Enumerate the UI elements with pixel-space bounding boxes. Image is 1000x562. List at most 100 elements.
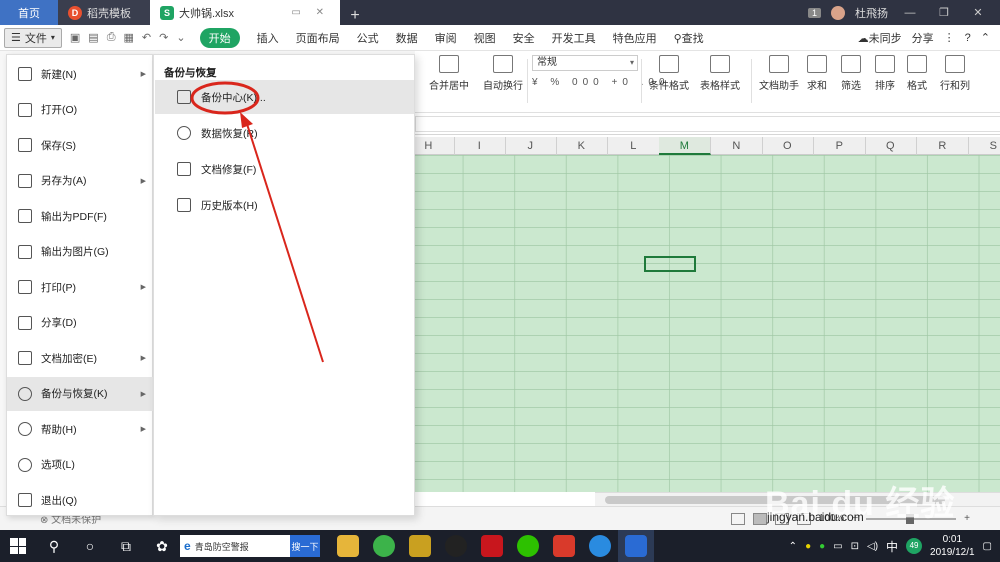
format-button[interactable]: 格式: [907, 55, 927, 92]
quick-access-preview-icon[interactable]: ▦: [124, 31, 134, 44]
column-header-q[interactable]: Q: [865, 137, 917, 155]
pinwheel-icon[interactable]: ✿: [144, 530, 180, 562]
file-menu-item-3[interactable]: 另存为(A) ▶: [7, 164, 153, 198]
start-button[interactable]: [0, 530, 36, 562]
file-menu-item-4[interactable]: 输出为PDF(F): [7, 199, 153, 233]
restore-icon[interactable]: ❐: [932, 6, 956, 19]
merge-center-button[interactable]: 合并居中: [429, 55, 469, 92]
file-menu-item-0[interactable]: 新建(N) ▶: [7, 57, 153, 91]
tab-developer[interactable]: 开发工具: [552, 30, 596, 46]
redo-icon[interactable]: ↷: [159, 31, 168, 44]
filter-button[interactable]: 筛选: [841, 55, 861, 92]
taskbar-clock[interactable]: 0:01 2019/12/1: [930, 533, 975, 559]
avatar[interactable]: [831, 5, 845, 20]
new-tab-button[interactable]: +: [340, 7, 370, 25]
minimize-icon[interactable]: —: [898, 7, 922, 19]
quick-access-print-icon[interactable]: ⎙: [107, 31, 116, 44]
user-name[interactable]: 杜飛扬: [855, 5, 888, 21]
tab-template[interactable]: D 稻壳模板: [58, 0, 150, 25]
file-menu-item-8[interactable]: 文档加密(E) ▶: [7, 341, 153, 375]
file-menu-item-2[interactable]: 保存(S): [7, 128, 153, 162]
history-version-item[interactable]: 历史版本(H): [155, 188, 414, 222]
tab-special[interactable]: 特色应用: [613, 30, 657, 46]
column-header-o[interactable]: O: [762, 137, 814, 155]
explorer-app-icon[interactable]: [330, 530, 366, 562]
doc-repair-item[interactable]: 文档修复(F): [155, 152, 414, 186]
tab-review[interactable]: 审阅: [435, 30, 457, 46]
cortana-icon[interactable]: ○: [72, 530, 108, 562]
power-app-icon[interactable]: [546, 530, 582, 562]
number-format-select[interactable]: 常规 ▾: [532, 55, 638, 71]
sort-button[interactable]: 排序: [875, 55, 895, 92]
notify-count-badge[interactable]: 49: [906, 538, 923, 554]
red-app-icon[interactable]: [474, 530, 510, 562]
sync-status[interactable]: ☁未同步: [858, 30, 902, 46]
file-menu-item-10[interactable]: 帮助(H) ▶: [7, 412, 153, 446]
table-style-button[interactable]: 表格样式: [700, 55, 740, 92]
wrap-text-button[interactable]: 自动换行: [483, 55, 523, 92]
notification-icon[interactable]: ▢: [983, 541, 992, 552]
tray-yellow-icon[interactable]: ●: [805, 541, 811, 552]
file-menu-button[interactable]: ☰ 文件 ▾: [4, 27, 62, 48]
column-header-r[interactable]: R: [917, 137, 969, 155]
volume-icon[interactable]: ◁): [867, 541, 878, 552]
taskbar-search-box[interactable]: e 青岛防空警报: [180, 535, 290, 557]
tab-formula[interactable]: 公式: [357, 30, 379, 46]
file-menu-item-6[interactable]: 打印(P) ▶: [7, 270, 153, 304]
task-view-icon[interactable]: ⧉: [108, 530, 144, 562]
column-header-i[interactable]: I: [454, 137, 506, 155]
file-menu-item-5[interactable]: 输出为图片(G): [7, 235, 153, 269]
help-icon[interactable]: ?: [965, 32, 971, 44]
tab-security[interactable]: 安全: [513, 30, 535, 46]
wechat-app-icon[interactable]: [510, 530, 546, 562]
row-column-button[interactable]: 行和列: [940, 55, 970, 92]
tab-insert[interactable]: 插入: [257, 30, 279, 46]
selected-cell[interactable]: [644, 256, 696, 272]
sheet-grid[interactable]: [415, 155, 1000, 492]
search-command[interactable]: ⚲查找: [674, 30, 704, 46]
file-menu-item-11[interactable]: 选项(L): [7, 448, 153, 482]
share-button[interactable]: 分享: [912, 30, 934, 46]
customize-icon[interactable]: ⌄: [176, 31, 185, 44]
conditional-format-button[interactable]: 条件格式: [649, 55, 689, 92]
close-icon[interactable]: ✕: [966, 6, 990, 19]
browser-app-icon[interactable]: [366, 530, 402, 562]
view-normal-icon[interactable]: [730, 512, 745, 525]
sum-button[interactable]: 求和: [807, 55, 827, 92]
file-menu-item-1[interactable]: 打开(O): [7, 93, 153, 127]
taskbar-search-go[interactable]: 搜一下: [290, 535, 320, 557]
file-menu-item-9[interactable]: 备份与恢复(K) ▶: [7, 376, 153, 411]
file-menu-item-12[interactable]: 退出(Q): [7, 483, 153, 517]
column-header-s[interactable]: S: [968, 137, 1000, 155]
qq-blue-app-icon[interactable]: [582, 530, 618, 562]
column-header-m[interactable]: M: [659, 137, 711, 155]
ime-indicator[interactable]: 中: [886, 538, 898, 555]
column-header-l[interactable]: L: [608, 137, 660, 155]
tab-data[interactable]: 数据: [396, 30, 418, 46]
tab-close-icon[interactable]: ▭ ✕: [291, 7, 330, 18]
tab-start[interactable]: 开始: [199, 27, 240, 48]
game-app-icon[interactable]: [402, 530, 438, 562]
tab-active-file[interactable]: S 大帅锅.xlsx ▭ ✕: [150, 0, 340, 25]
quick-access-open-icon[interactable]: ▤: [88, 31, 98, 44]
column-header-p[interactable]: P: [814, 137, 866, 155]
tray-green-icon[interactable]: ●: [819, 541, 825, 552]
column-header-n[interactable]: N: [711, 137, 763, 155]
column-header-j[interactable]: J: [505, 137, 557, 155]
battery-icon[interactable]: ▭: [833, 541, 842, 552]
window-count-badge[interactable]: 1: [807, 7, 821, 18]
tab-page-layout[interactable]: 页面布局: [296, 30, 340, 46]
tab-view[interactable]: 视图: [474, 30, 496, 46]
search-icon[interactable]: ⚲: [36, 530, 72, 562]
backup-center-item[interactable]: 备份中心(K)...: [155, 80, 414, 114]
wps-app-icon[interactable]: [618, 530, 654, 562]
more-options-icon[interactable]: ⋮: [944, 31, 955, 44]
tab-home[interactable]: 首页: [0, 0, 58, 25]
doc-helper-button[interactable]: 文档助手: [759, 55, 799, 92]
collapse-ribbon-icon[interactable]: ⌃: [981, 31, 990, 44]
data-restore-item[interactable]: 数据恢复(R): [155, 116, 414, 150]
column-header-k[interactable]: K: [556, 137, 608, 155]
qq-app-icon[interactable]: [438, 530, 474, 562]
file-menu-item-7[interactable]: 分享(D): [7, 306, 153, 340]
tray-chevron-icon[interactable]: ⌃: [789, 541, 797, 552]
